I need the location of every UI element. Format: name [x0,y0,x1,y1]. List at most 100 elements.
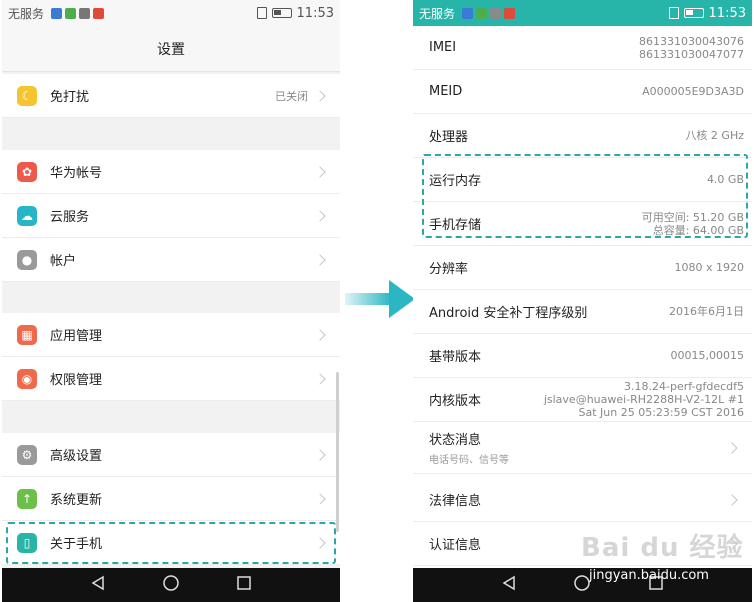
info-row-value: 861331030043076 861331030047077 [639,35,744,61]
chevron-right-icon [314,253,326,266]
settings-screen: 无服务 11:53 设置 ☾ 免打扰 已关闭 ✿ 华为帐号 ☁ 云服务 ● 帐户 ▦ 应用管理 ◉ 权限… [2,0,340,602]
info-row-value: 1080 x 1920 [675,261,745,274]
recent-apps-button[interactable] [236,575,252,595]
settings-item[interactable]: ↑ 系统更新 [2,477,340,521]
watermark-url: jingyan.baidu.com [589,568,709,583]
settings-item-label: 高级设置 [50,449,103,464]
scrollbar[interactable] [336,372,339,532]
navigation-bar [2,568,340,602]
info-row-value: 八核 2 GHz [685,129,744,142]
settings-item-label: 系统更新 [50,493,103,508]
settings-item[interactable]: ⚙ 高级设置 [2,433,340,477]
info-row-value: 可用空间: 51.20 GB 总容量: 64.00 GB [642,211,744,237]
info-row-value-line: 1080 x 1920 [674,261,745,274]
settings-item[interactable]: ☁ 云服务 [2,194,340,238]
info-row-label: Android 安全补丁程序级别 [429,306,588,321]
info-row-value: 00015,00015 [671,349,744,362]
apps-icon: ▦ [17,324,37,345]
info-row: 手机存储 可用空间: 51.20 GB 总容量: 64.00 GB [413,202,752,246]
notification-app-icon [93,7,105,19]
user-icon: ● [17,249,37,270]
carrier-label: 无服务 [419,6,456,21]
arrow-right-icon [345,280,415,318]
info-row: 分辨率 1080 x 1920 [413,246,752,290]
info-row-label: 处理器 [429,130,469,145]
notification-app-icon [476,7,488,19]
battery-icon [271,8,292,18]
chevron-right-icon [314,448,326,461]
settings-item[interactable]: ◉ 权限管理 [2,357,340,401]
carrier-label: 无服务 [8,6,45,21]
info-row: IMEI 861331030043076 861331030047077 [413,26,752,70]
update-arrow-icon: ↑ [17,488,37,509]
info-row-label: 法律信息 [429,494,482,509]
info-row[interactable]: 状态消息电话号码、信号等 [413,422,752,474]
chevron-right-icon [314,372,326,385]
info-row-value-line: 00015,00015 [670,349,744,362]
settings-item-label: 权限管理 [50,373,103,388]
settings-item[interactable]: ▯ 关于手机 [2,521,340,565]
huawei-icon: ✿ [17,161,37,182]
status-bar: 无服务 11:53 [2,0,340,26]
info-row-value-line: A000005E9D3A3D [642,85,744,98]
info-row[interactable]: 法律信息 [413,478,752,522]
chevron-right-icon [314,165,326,178]
battery-icon [683,8,704,18]
info-row: 内核版本 3.18.24-perf-gfdecdf5 jslave@huawei-R… [413,378,752,422]
phone-icon: ▯ [17,532,37,553]
info-row-value-line: 可用空间: 51.20 GB [641,210,744,224]
info-row-label: IMEI [429,40,457,55]
sim-icon [668,7,679,19]
shield-icon: ◉ [17,368,37,389]
info-row-value: A000005E9D3A3D [642,85,744,98]
info-row-label: 内核版本 [429,394,482,409]
info-row-value: 4.0 GB [707,173,744,186]
notification-image-icon [490,7,502,19]
info-row-subtitle: 电话号码、信号等 [429,455,509,466]
settings-item[interactable]: ☾ 免打扰 已关闭 [2,74,340,118]
info-row-value-line: 总容量: 64.00 GB [652,223,744,237]
chevron-right-icon [726,493,738,506]
settings-item-label: 云服务 [50,210,90,225]
settings-item[interactable]: ▦ 应用管理 [2,313,340,357]
back-button[interactable] [90,575,106,595]
settings-item[interactable]: ● 帐户 [2,238,340,282]
gear-icon: ⚙ [17,444,37,465]
info-row: 基带版本 00015,00015 [413,334,752,378]
chevron-right-icon [314,328,326,341]
clock: 11:53 [296,5,334,21]
cloud-icon: ☁ [17,205,37,226]
settings-item-label: 关于手机 [50,537,103,552]
info-row-value-line: jslave@huawei-RH2288H-V2-12L #1 [543,393,744,406]
settings-item-value: 已关闭 [275,89,308,103]
chevron-right-icon [314,536,326,549]
info-row-value-line: 3.18.24-perf-gfdecdf5 [624,380,744,393]
info-row: MEID A000005E9D3A3D [413,70,752,114]
chevron-right-icon [726,441,738,454]
home-button[interactable] [162,574,180,596]
info-row-value-line: 八核 2 GHz [685,129,744,142]
notification-app-icon [462,7,474,19]
notification-app-icon [51,7,63,19]
info-row-value-line: 2016年6月1日 [669,305,744,318]
info-row: Android 安全补丁程序级别 2016年6月1日 [413,290,752,334]
back-button[interactable] [501,575,517,595]
notification-app-icon [504,7,516,19]
info-row-label: 运行内存 [429,174,482,189]
chevron-right-icon [314,492,326,505]
info-row-label: 分辨率 [429,262,469,277]
info-row: 运行内存 4.0 GB [413,158,752,202]
info-row-value: 2016年6月1日 [669,305,744,318]
page-title: 设置 [2,26,340,72]
info-row-label: 状态消息 [429,433,482,448]
status-bar: 无服务 11:53 [413,0,752,26]
about-phone-screen: 无服务 11:53 IMEI 861331030043076 86133103004… [413,0,752,602]
info-row-value-line: Sat Jun 25 05:23:59 CST 2016 [578,406,744,419]
chevron-right-icon [314,89,326,102]
info-row-value-line: 861331030047077 [639,47,744,61]
settings-item-label: 华为帐号 [50,166,103,181]
info-row-value: 3.18.24-perf-gfdecdf5 jslave@huawei-RH228… [544,380,744,419]
settings-item[interactable]: ✿ 华为帐号 [2,150,340,194]
info-row: 处理器 八核 2 GHz [413,114,752,158]
moon-icon: ☾ [17,85,37,106]
